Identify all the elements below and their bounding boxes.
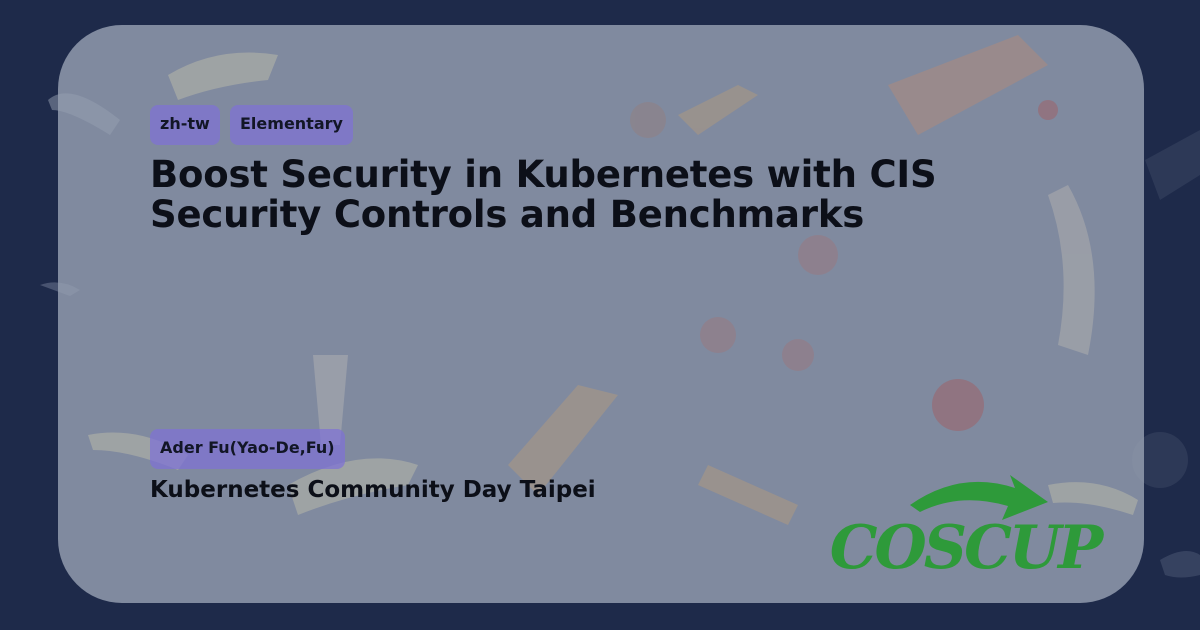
coscup-logo: COSCUP	[830, 475, 1108, 583]
svg-text:COSCUP: COSCUP	[830, 513, 1105, 583]
talk-title: Boost Security in Kubernetes with CIS Se…	[150, 153, 937, 236]
speaker-tag: Ader Fu(Yao-De,Fu)	[150, 429, 345, 469]
language-tag: zh-tw	[150, 105, 220, 145]
level-tag: Elementary	[230, 105, 353, 145]
event-name: Kubernetes Community Day Taipei	[150, 477, 596, 503]
talk-card: zh-tw Elementary Boost Security in Kuber…	[58, 25, 1144, 603]
